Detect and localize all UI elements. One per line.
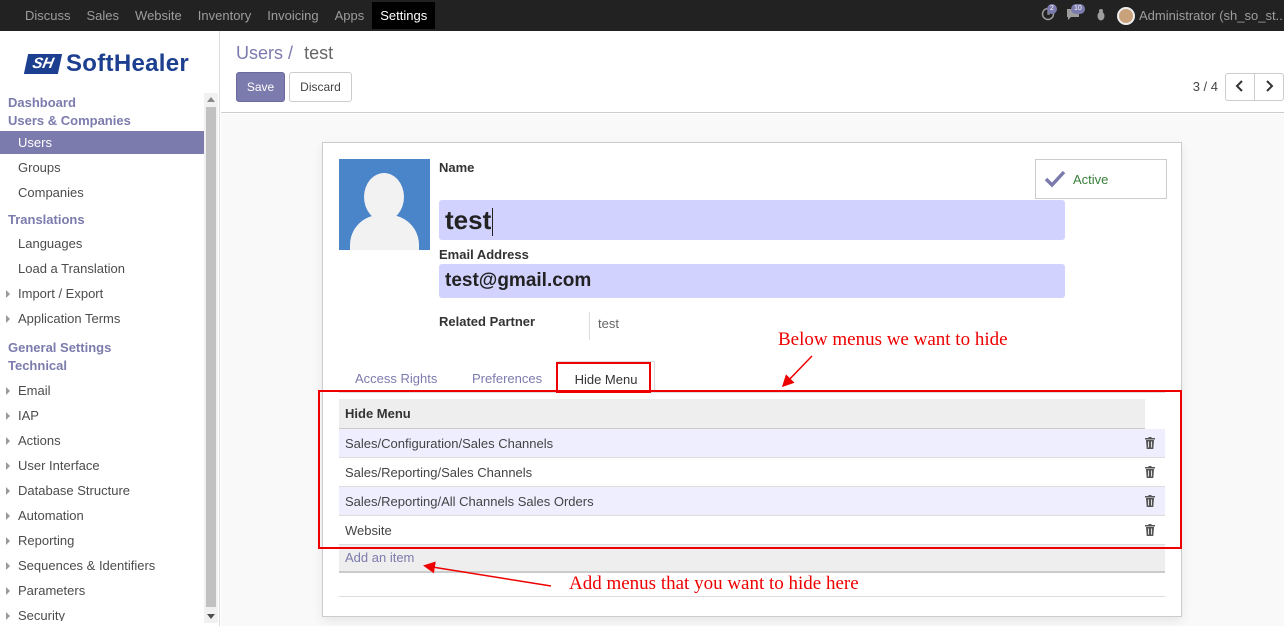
menu-apps[interactable]: Apps [327,0,373,31]
placeholder-head [364,173,404,221]
name-value: test [445,205,492,235]
pager-next-button[interactable] [1254,73,1284,101]
active-label: Active [1073,172,1109,187]
sidebar-item-load-translation[interactable]: Load a Translation [0,256,204,281]
check-icon [1044,170,1066,188]
scroll-up-arrow-icon[interactable] [207,97,215,102]
menu-invoicing[interactable]: Invoicing [259,0,326,31]
menu-discuss[interactable]: Discuss [17,0,79,31]
sidebar-head-translations[interactable]: Translations [0,209,204,231]
systray: 2 10 Administrator (sh_so_st... [1041,0,1284,31]
app-menu: Discuss Sales Website Inventory Invoicin… [17,0,436,31]
sidebar-item-automation[interactable]: Automation [0,503,204,528]
sidebar-item-reporting[interactable]: Reporting [0,528,204,553]
sidebar: SH SoftHealer Dashboard Users & Companie… [0,31,220,626]
sidebar-item-sequences[interactable]: Sequences & Identifiers [0,553,204,578]
sidebar-item-languages[interactable]: Languages [0,231,204,256]
related-partner-link[interactable]: test [589,312,619,340]
save-button[interactable]: Save [236,72,285,102]
user-photo[interactable] [339,159,430,250]
sidebar-head-dashboard[interactable]: Dashboard [0,94,204,112]
menu-inventory[interactable]: Inventory [190,0,259,31]
debug-bug-icon[interactable] [1095,8,1107,24]
sidebar-item-actions[interactable]: Actions [0,428,204,453]
notebook-tabs: Access Rights Preferences Hide Menu [339,361,1165,393]
text-cursor [492,208,494,237]
sidebar-head-technical[interactable]: Technical [0,357,204,375]
company-logo: SH SoftHealer [23,50,190,78]
activity-count-badge: 2 [1047,4,1057,14]
form-canvas: Name test Email Address test@gmail.com R… [221,114,1284,626]
tab-preferences[interactable]: Preferences [472,361,542,393]
sidebar-item-users[interactable]: Users [0,131,204,154]
logo-mark: SH [23,54,63,74]
sidebar-item-parameters[interactable]: Parameters [0,578,204,603]
sidebar-menu: Dashboard Users & Companies Users Groups… [0,93,204,621]
sidebar-item-iap[interactable]: IAP [0,403,204,428]
sidebar-head-users-companies[interactable]: Users & Companies [0,112,204,130]
name-label: Name [439,160,475,175]
scrollbar-thumb[interactable] [206,107,216,607]
sidebar-item-email[interactable]: Email [0,378,204,403]
email-input[interactable]: test@gmail.com [439,264,1065,298]
sidebar-item-database-structure[interactable]: Database Structure [0,478,204,503]
table-highlight-box [318,390,1182,549]
bug-icon [1097,8,1105,20]
user-menu[interactable]: Administrator (sh_so_st... [1139,8,1284,23]
breadcrumb-current: test [304,43,334,63]
breadcrumb-users[interactable]: Users [236,43,283,63]
pager-value[interactable]: 3 / 4 [1193,79,1218,94]
placeholder-body [350,215,419,250]
tab-access-rights[interactable]: Access Rights [355,361,437,393]
sidebar-item-user-interface[interactable]: User Interface [0,453,204,478]
discard-button[interactable]: Discard [289,72,352,102]
activity-clock-icon[interactable]: 2 [1041,4,1057,24]
sidebar-item-groups[interactable]: Groups [0,155,204,180]
chevron-left-icon [1235,80,1243,92]
message-count-badge: 10 [1071,4,1085,14]
sidebar-item-import-export[interactable]: Import / Export [0,281,204,306]
messages-icon[interactable]: 10 [1065,4,1085,24]
add-item-link[interactable]: Add an item [339,545,1165,573]
breadcrumb: Users / test [236,43,333,64]
tab-highlight-box [556,362,651,393]
sidebar-item-companies[interactable]: Companies [0,180,204,205]
sidebar-scrollbar[interactable] [204,93,218,623]
sidebar-item-security[interactable]: Security [0,603,204,621]
top-navbar: Discuss Sales Website Inventory Invoicin… [0,0,1284,31]
sidebar-head-general-settings[interactable]: General Settings [0,339,204,357]
active-toggle-button[interactable]: Active [1035,159,1167,199]
annotation-bottom: Add menus that you want to hide here [569,573,859,594]
breadcrumb-separator: / [288,43,294,63]
table-footer-line [339,596,1165,597]
pager-previous-button[interactable] [1225,73,1255,101]
control-panel: Users / test Save Discard 3 / 4 [221,31,1284,113]
menu-sales[interactable]: Sales [79,0,128,31]
chevron-right-icon [1266,80,1274,92]
scroll-down-arrow-icon[interactable] [207,614,215,619]
related-partner-label: Related Partner [439,314,536,329]
name-input[interactable]: test [439,200,1065,240]
email-label: Email Address [439,247,529,262]
menu-settings[interactable]: Settings [372,2,436,29]
sidebar-item-application-terms[interactable]: Application Terms [0,306,204,331]
annotation-top: Below menus we want to hide [778,329,1008,350]
logo-text: SoftHealer [66,50,190,77]
menu-website[interactable]: Website [127,0,190,31]
user-avatar[interactable] [1117,6,1135,25]
